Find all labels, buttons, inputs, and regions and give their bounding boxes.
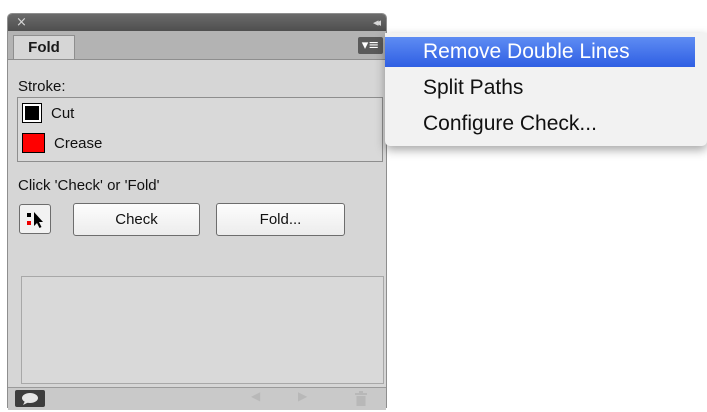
stroke-name-cut: Cut (51, 104, 75, 122)
speech-balloon-icon (22, 393, 38, 405)
crease-swatch (22, 133, 45, 153)
panel-menu-icon: ▾≡ (361, 38, 380, 53)
cut-swatch-fill (25, 106, 39, 120)
tab-row: Fold ▾≡ (8, 31, 386, 60)
panel-titlebar: × ◂◂ (8, 14, 386, 31)
fold-panel: × ◂◂ Fold ▾≡ Stroke: Cut Crease Click 'C… (7, 13, 387, 410)
picker-button[interactable] (19, 204, 51, 234)
stroke-name-crease: Crease (54, 134, 103, 152)
previous-arrow-icon[interactable]: ◀ (251, 389, 260, 403)
stroke-row-cut[interactable]: Cut (22, 100, 74, 126)
stroke-row-crease[interactable]: Crease (22, 130, 102, 156)
trash-icon[interactable] (354, 391, 368, 407)
menu-item-split-paths[interactable]: Split Paths (385, 73, 695, 103)
stroke-list: Cut Crease (17, 97, 383, 162)
collapse-icon[interactable]: ◂◂ (373, 14, 381, 31)
preview-area (21, 276, 384, 384)
menu-item-configure-check[interactable]: Configure Check... (385, 109, 695, 139)
menu-item-remove-double-lines[interactable]: Remove Double Lines (385, 37, 695, 67)
panel-menu-button[interactable]: ▾≡ (358, 37, 383, 54)
check-button[interactable]: Check (73, 203, 200, 236)
panel-flyout-menu: Remove Double Lines Split Paths Configur… (385, 33, 707, 146)
picker-icon (27, 212, 43, 228)
next-arrow-icon[interactable]: ▶ (298, 389, 307, 403)
hint-text: Click 'Check' or 'Fold' (18, 177, 160, 194)
cut-swatch (22, 103, 42, 123)
tab-fold[interactable]: Fold (13, 35, 75, 59)
close-icon[interactable]: × (16, 14, 27, 31)
stroke-label: Stroke: (18, 78, 66, 95)
panel-bottom-bar: ◀ ▶ (8, 387, 386, 410)
balloon-button[interactable] (15, 390, 45, 407)
fold-button[interactable]: Fold... (216, 203, 345, 236)
